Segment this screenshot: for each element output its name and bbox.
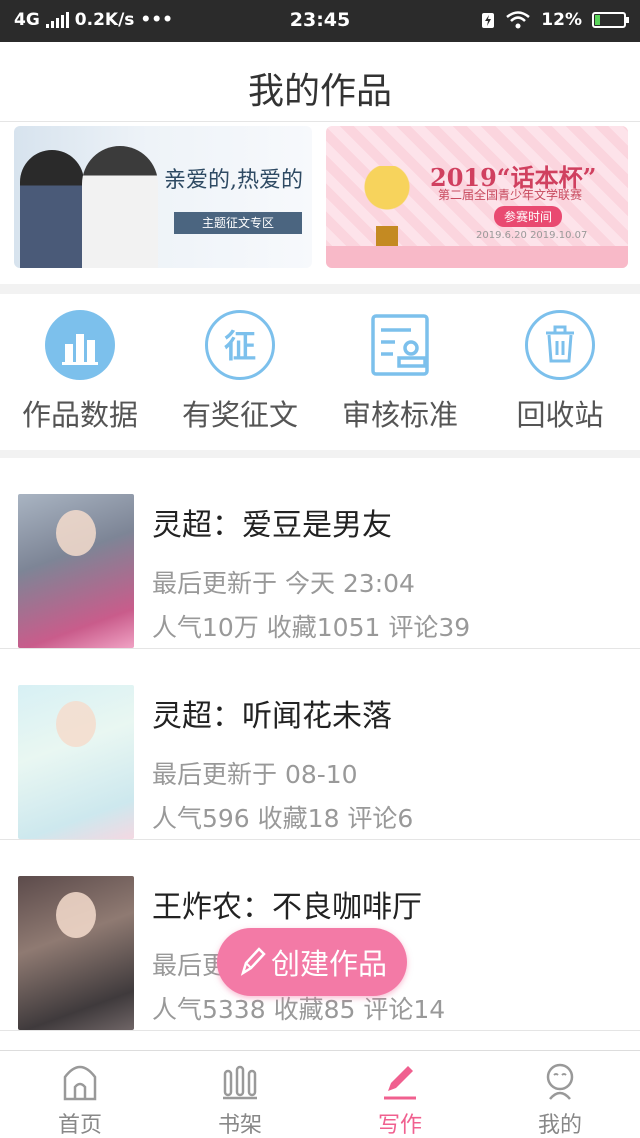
tab-label: 写作 bbox=[377, 1113, 422, 1138]
tab-profile[interactable]: 我的 bbox=[480, 1051, 640, 1138]
status-bar: 4G 0.2K/s ••• 23:45 12% bbox=[0, 0, 640, 42]
banner-right-badge: 参赛时间 bbox=[494, 206, 563, 227]
list-item[interactable]: 灵超：爱豆是男友 最后更新于 今天 23:04 人气10万 收藏1051 评论3… bbox=[0, 458, 640, 649]
tab-label: 首页 bbox=[57, 1113, 102, 1138]
section-divider bbox=[0, 450, 640, 458]
tab-write[interactable]: 写作 bbox=[320, 1051, 480, 1138]
tab-home[interactable]: 首页 bbox=[0, 1051, 160, 1138]
banner-right-subtitle: 第二届全国青少年文学联赛 bbox=[438, 188, 583, 202]
action-recycle-bin[interactable]: 回收站 bbox=[480, 294, 640, 450]
contest-icon: 征 bbox=[205, 310, 275, 380]
header: 我的作品 bbox=[0, 42, 640, 122]
bookshelf-icon bbox=[223, 1065, 257, 1100]
banner-theme-contest[interactable]: 亲爱的,热爱的 主题征文专区 bbox=[14, 126, 312, 268]
tab-label: 书架 bbox=[217, 1113, 262, 1138]
work-title: 灵超：听闻花未落 bbox=[152, 699, 392, 734]
banner-right-dates: 2019.6.20 2019.10.07 bbox=[476, 230, 588, 241]
tab-label: 我的 bbox=[537, 1113, 582, 1138]
list-item[interactable]: 灵超：听闻花未落 最后更新于 08-10 人气596 收藏18 评论6 bbox=[0, 649, 640, 840]
banner-person-female bbox=[82, 146, 158, 268]
work-updated: 最后更 bbox=[152, 951, 228, 980]
book-cover bbox=[18, 876, 134, 1030]
tab-bookshelf[interactable]: 书架 bbox=[160, 1051, 320, 1138]
work-title: 灵超：爱豆是男友 bbox=[152, 508, 392, 543]
action-label: 回收站 bbox=[516, 398, 604, 432]
create-work-label: 创建作品 bbox=[270, 947, 387, 981]
trash-icon bbox=[525, 310, 595, 380]
home-icon bbox=[63, 1065, 97, 1101]
book-cover bbox=[18, 685, 134, 839]
action-label: 有奖征文 bbox=[181, 398, 298, 432]
work-updated: 最后更新于 今天 23:04 bbox=[152, 569, 415, 598]
banner-right-wave bbox=[326, 246, 628, 268]
charging-icon bbox=[482, 13, 495, 28]
chart-icon bbox=[45, 310, 115, 380]
banner-left-title: 亲爱的,热爱的 bbox=[164, 168, 303, 193]
review-standard-icon bbox=[365, 310, 435, 380]
action-review-standard[interactable]: 审核标准 bbox=[320, 294, 480, 450]
banner-person-male bbox=[20, 150, 84, 268]
bottom-tab-bar: 首页 书架 写作 我的 bbox=[0, 1050, 640, 1138]
work-updated: 最后更新于 08-10 bbox=[152, 760, 358, 789]
work-stats: 人气596 收藏18 评论6 bbox=[152, 804, 414, 833]
svg-text:征: 征 bbox=[224, 327, 256, 365]
page-title: 我的作品 bbox=[247, 71, 392, 112]
action-label: 审核标准 bbox=[341, 398, 458, 432]
book-cover bbox=[18, 494, 134, 648]
banner-left-subtitle: 主题征文专区 bbox=[174, 212, 302, 234]
work-title: 王炸农：不良咖啡厅 bbox=[152, 890, 422, 925]
status-right: 12% bbox=[481, 10, 629, 30]
action-label: 作品数据 bbox=[21, 398, 138, 432]
action-contest[interactable]: 征 有奖征文 bbox=[160, 294, 320, 450]
profile-icon bbox=[546, 1063, 574, 1100]
pencil-icon bbox=[240, 947, 266, 976]
banner-carousel: 亲爱的,热爱的 主题征文专区 2019“话本杯” 第二届全国青少年文学联赛 参赛… bbox=[0, 124, 640, 286]
action-work-data[interactable]: 作品数据 bbox=[0, 294, 160, 450]
work-stats: 人气10万 收藏1051 评论39 bbox=[152, 613, 471, 642]
banner-writing-contest[interactable]: 2019“话本杯” 第二届全国青少年文学联赛 参赛时间 2019.6.20 20… bbox=[326, 126, 628, 268]
quick-actions: 作品数据 征 有奖征文 审核标准 回收站 bbox=[0, 294, 640, 450]
trophy-base bbox=[376, 226, 398, 248]
pen-icon bbox=[384, 1066, 416, 1100]
create-work-button[interactable]: 创建作品 bbox=[217, 928, 407, 996]
battery-icon bbox=[592, 12, 629, 28]
wifi-icon bbox=[506, 11, 531, 29]
battery-percent: 12% bbox=[541, 10, 582, 30]
trophy-icon bbox=[360, 166, 414, 226]
section-divider bbox=[0, 284, 640, 294]
